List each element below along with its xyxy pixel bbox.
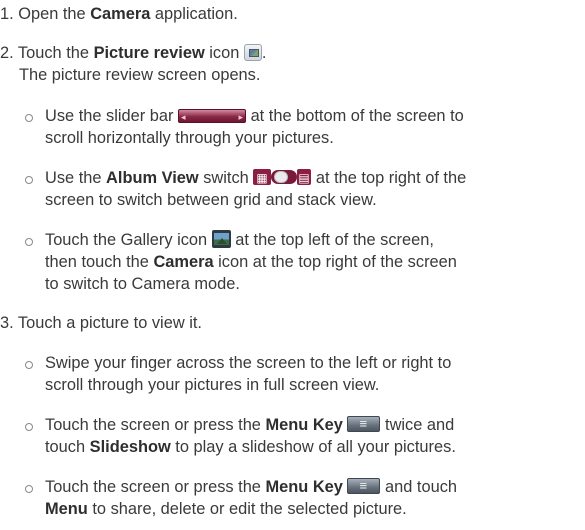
bullet-slideshow: Touch the screen or press the Menu Key t…	[45, 414, 455, 435]
bullet-menu: Touch the screen or press the Menu Key a…	[45, 476, 458, 497]
bullet-gallery-line-2: then touch the Camera icon at the top ri…	[45, 252, 457, 272]
bullet-icon	[25, 361, 33, 369]
camera-icon-label: Camera	[153, 253, 214, 271]
camera-label: Camera	[90, 5, 151, 23]
step-1-text-end: application.	[150, 5, 238, 23]
bullet-gallery-text-end: at the top left of the screen,	[230, 231, 434, 249]
bullet-icon	[25, 238, 33, 246]
bullet-icon	[25, 485, 33, 493]
bullet-menu-text-end: and touch	[380, 478, 458, 496]
bullet-icon	[25, 423, 33, 431]
menu-key-icon	[347, 414, 381, 434]
bullet-slider-text-end: at the bottom of the screen to	[246, 107, 464, 125]
bullet-slider-text: Use the slider bar	[45, 107, 179, 125]
bullet-gallery-line-3: to switch to Camera mode.	[45, 275, 240, 293]
slideshow-label: Slideshow	[89, 438, 171, 456]
menu-label: Menu	[45, 500, 88, 518]
bullet-menu-line-2-end: to share, delete or edit the selected pi…	[87, 500, 407, 518]
step-1: 1. Open the Camera application.	[0, 4, 238, 24]
bullet-gallery-line-2-text: then touch the	[45, 253, 154, 271]
step-2: 2. Touch the Picture review icon .	[0, 43, 266, 63]
bullet-slider-line-2: scroll horizontally through your picture…	[45, 129, 334, 147]
bullet-slider: Use the slider bar at the bottom of the …	[45, 106, 464, 127]
switch-knob	[274, 171, 289, 183]
bullet-icon	[25, 114, 33, 122]
picture-review-icon	[243, 44, 262, 61]
bullet-menu-line-2: Menu to share, delete or edit the select…	[45, 499, 407, 519]
bullet-gallery-text: Touch the Gallery icon	[45, 231, 212, 249]
bullet-swipe: Swipe your finger across the screen to t…	[45, 354, 452, 372]
step-2-text-mid: icon	[204, 44, 244, 62]
gallery-icon	[211, 230, 231, 248]
bullet-slideshow-text: Touch the screen or press the	[45, 416, 266, 434]
step-2-text-end: .	[261, 44, 267, 62]
album-view-label: Album View	[106, 169, 199, 187]
bullet-slideshow-line-2-end: to play a slideshow of all your pictures…	[170, 438, 456, 456]
menu-key-label: Menu Key	[265, 416, 343, 434]
bullet-swipe-line-2: scroll through your pictures in full scr…	[45, 376, 380, 394]
slider-bar-icon	[178, 107, 247, 127]
bullet-slideshow-line-2: touch Slideshow to play a slideshow of a…	[45, 437, 456, 457]
bullet-gallery-line-2-end: icon at the top right of the screen	[213, 253, 457, 271]
bullet-slideshow-text-end: twice and	[380, 416, 455, 434]
step-2-result: The picture review screen opens.	[19, 66, 261, 84]
bullet-album-text-mid: switch	[198, 169, 254, 187]
bullet-album-view: Use the Album View switch at the top rig…	[45, 168, 466, 188]
step-3: 3. Touch a picture to view it.	[0, 314, 202, 332]
bullet-gallery: Touch the Gallery icon at the top left o…	[45, 230, 434, 250]
stack-view-icon	[297, 168, 312, 188]
step-2-text: 2. Touch the	[0, 44, 94, 62]
bullet-album-line-2: screen to switch between grid and stack …	[45, 191, 377, 209]
bullet-album-text-end: at the top right of the	[311, 169, 467, 187]
bullet-slideshow-line-2-text: touch	[45, 438, 90, 456]
grid-view-icon	[253, 168, 272, 188]
menu-key-icon	[347, 476, 381, 496]
picture-review-label: Picture review	[93, 44, 205, 62]
album-view-switch-icon	[253, 168, 312, 188]
instructions-page: 1. Open the Camera application. 2. Touch…	[0, 0, 585, 530]
bullet-album-text: Use the	[45, 169, 107, 187]
step-1-text: 1. Open the	[0, 5, 91, 23]
bullet-icon	[25, 176, 33, 184]
menu-key-label: Menu Key	[265, 478, 343, 496]
bullet-menu-text: Touch the screen or press the	[45, 478, 266, 496]
